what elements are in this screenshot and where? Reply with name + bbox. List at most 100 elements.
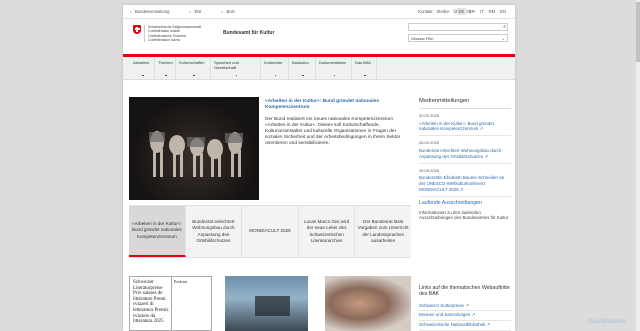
nav-kulturschaffen[interactable]: Kulturschaffen xyxy=(176,57,211,79)
glossar-select[interactable]: Glossar Film ⌄ xyxy=(408,34,508,42)
language-switcher: DE FR IT RM EN xyxy=(456,8,509,15)
link-text: Schweizer Kulturpreise xyxy=(419,302,464,308)
thematic-links: Links auf die thematischen Webauftritte … xyxy=(419,285,511,331)
lang-rm[interactable]: RM xyxy=(487,8,498,15)
podcast-label: Podcast xyxy=(174,279,188,284)
breadcrumb: ▸ Bundesverwaltung ▸ EDI ▸ BAK xyxy=(130,9,235,14)
sidebar-title: Medienmitteilungen xyxy=(419,98,511,109)
ausschreibungen-info: Informationen zu den laufenden Ausschrei… xyxy=(419,209,509,221)
ausschreibungen-link[interactable]: Laufende Ausschreibungen xyxy=(419,200,511,207)
link-text: Museen und Sammlungen xyxy=(419,312,471,318)
link-text: Schweizerische Nationalbibliothek xyxy=(419,322,486,328)
link-kulturpreise[interactable]: Schweizer Kulturpreise ↗ xyxy=(419,302,511,312)
tab-wohnungsbau[interactable]: Bundesrat erleichtert Wohnungsbau durch … xyxy=(186,206,243,257)
news-text: Bundesrat erleichtert Wohnungsbau durch … xyxy=(419,147,502,159)
confederation-line: Confederaziun svizra xyxy=(148,37,180,42)
dot-icon xyxy=(302,74,304,76)
swiss-cross-logo[interactable] xyxy=(133,25,141,34)
news-link[interactable]: Bundesrätin Elisabeth Baume-Schneider an… xyxy=(419,175,511,192)
link-kontakt[interactable]: Kontakt xyxy=(418,9,432,14)
nav-label: Aktuelles xyxy=(133,60,150,65)
breadcrumb-edi[interactable]: EDI xyxy=(194,9,201,14)
tab-mondiacult[interactable]: MONDIACULT 2025 xyxy=(242,206,299,257)
hero-body: Der Bund realisiert ein neues nationales… xyxy=(265,117,401,146)
office-name[interactable]: Bundesamt für Kultur xyxy=(223,30,274,36)
news-link[interactable]: Bundesrat erleichtert Wohnungsbau durch … xyxy=(419,148,511,160)
dancers-photo xyxy=(149,131,243,177)
main-navigation: Aktuelles Themen Kulturschaffen Sprachen… xyxy=(123,57,515,80)
links-heading: Links auf die thematischen Webauftritte … xyxy=(419,285,510,297)
breadcrumb-bak[interactable]: BAK xyxy=(226,9,234,14)
card-divider xyxy=(171,277,172,331)
nav-label: Das BAK xyxy=(355,60,372,65)
arrow-icon: ▸ xyxy=(221,9,224,14)
breadcrumb-bundesverwaltung[interactable]: Bundesverwaltung xyxy=(135,9,169,14)
lang-fr[interactable]: FR xyxy=(467,8,477,15)
nav-kulturerbe[interactable]: Kulturerbe xyxy=(261,57,289,79)
link-museen[interactable]: Museen und Sammlungen ↗ xyxy=(419,311,511,322)
external-link-icon: ↗ xyxy=(471,312,476,318)
literaturpreise-card[interactable]: Schweizer Literaturpreise Prix suisses d… xyxy=(129,276,212,331)
dot-icon xyxy=(364,74,366,76)
nav-label: Sprachen und Gesellschaft xyxy=(214,60,239,70)
tab-landessprachen[interactable]: Der Bundesrat lässt Vorgaben zum Unterri… xyxy=(355,206,411,257)
nav-dokumentation[interactable]: Dokumentation xyxy=(316,57,352,79)
news-link[interactable]: «Arbeiten in der Kultur»: Bund gründet n… xyxy=(419,121,511,133)
dot-icon xyxy=(274,74,276,76)
external-link-icon: ↗ xyxy=(484,153,488,159)
news-date: 26.09.2025 xyxy=(419,140,440,146)
news-item: 30.09.2025 «Arbeiten in der Kultur»: Bun… xyxy=(419,112,511,137)
news-item: 26.09.2025 Bundesrat erleichtert Wohnung… xyxy=(419,140,511,164)
confederation-name: Schweizerische Eidgenossenschaft Confédé… xyxy=(144,25,201,43)
nav-label: Kulturerbe xyxy=(264,60,283,65)
nav-sprachen[interactable]: Sprachen und Gesellschaft xyxy=(211,57,261,79)
media-sidebar: Medienmitteilungen 30.09.2025 «Arbeiten … xyxy=(419,98,511,221)
link-nationalbibliothek[interactable]: Schweizerische Nationalbibliothek ↗ xyxy=(419,321,511,331)
news-item: 25.09.2025 Bundesrätin Elisabeth Baume-S… xyxy=(419,168,511,197)
nav-aktuelles[interactable]: Aktuelles xyxy=(130,57,155,79)
news-date: 25.09.2025 xyxy=(419,167,440,173)
external-link-icon: ↗ xyxy=(465,302,469,308)
card-text: Schweizer Literaturpreise Prix suisses d… xyxy=(133,280,169,325)
page: ▸ Bundesverwaltung ▸ EDI ▸ BAK Kontakt S… xyxy=(123,5,515,331)
dot-icon xyxy=(193,74,195,76)
nav-label: Baukultur xyxy=(292,60,309,65)
nav-das-bak[interactable]: Das BAK xyxy=(352,57,377,79)
hero-title[interactable]: «Arbeiten in der Kultur»: Bund gründet n… xyxy=(265,99,407,111)
architecture-image-card[interactable] xyxy=(225,276,308,331)
search-input[interactable]: ⌕ xyxy=(408,23,508,31)
nav-baukultur[interactable]: Baukultur xyxy=(289,57,316,79)
hero-image[interactable] xyxy=(129,97,259,200)
external-link-icon: ↗ xyxy=(459,186,464,192)
chevron-down-icon: ⌄ xyxy=(501,36,505,41)
hero-text: «Arbeiten in der Kultur»: Bund gründet n… xyxy=(265,99,407,147)
search-icon[interactable]: ⌕ xyxy=(503,24,506,30)
glossar-label: Glossar Film xyxy=(411,36,434,41)
lang-de[interactable]: DE xyxy=(456,8,467,15)
carousel-tabs: «Arbeiten in der Kultur»: Bund gründet n… xyxy=(129,205,411,258)
external-link-icon: ↗ xyxy=(479,126,484,132)
watermark: ScanMalware xyxy=(587,319,626,325)
top-bar: ▸ Bundesverwaltung ▸ EDI ▸ BAK Kontakt S… xyxy=(123,5,515,19)
tab-literaturarchiv[interactable]: Lucas Marco Gisi wird der neue Leiter de… xyxy=(299,206,356,257)
portrait-image-card[interactable] xyxy=(325,276,411,331)
nav-label: Themen xyxy=(158,60,173,65)
arrow-icon: ▸ xyxy=(130,9,133,14)
nav-label: Dokumentation xyxy=(319,60,346,65)
arrow-icon: ▸ xyxy=(189,9,192,14)
dot-icon xyxy=(333,74,335,76)
nav-label: Kulturschaffen xyxy=(179,60,205,65)
link-stellen[interactable]: Stellen xyxy=(437,9,450,14)
scrollbar-thumb[interactable] xyxy=(636,2,640,62)
scrollbar[interactable] xyxy=(636,0,640,331)
dot-icon xyxy=(142,74,144,76)
external-link-icon: ↗ xyxy=(486,322,491,328)
nav-themen[interactable]: Themen xyxy=(155,57,176,79)
header: Schweizerische Eidgenossenschaft Confédé… xyxy=(123,19,515,57)
lang-it[interactable]: IT xyxy=(478,8,486,15)
dot-icon xyxy=(235,74,237,76)
lang-en[interactable]: EN xyxy=(498,8,508,15)
dot-icon xyxy=(165,74,167,76)
tab-arbeiten[interactable]: «Arbeiten in der Kultur»: Bund gründet n… xyxy=(129,206,186,257)
news-date: 30.09.2025 xyxy=(419,112,440,118)
